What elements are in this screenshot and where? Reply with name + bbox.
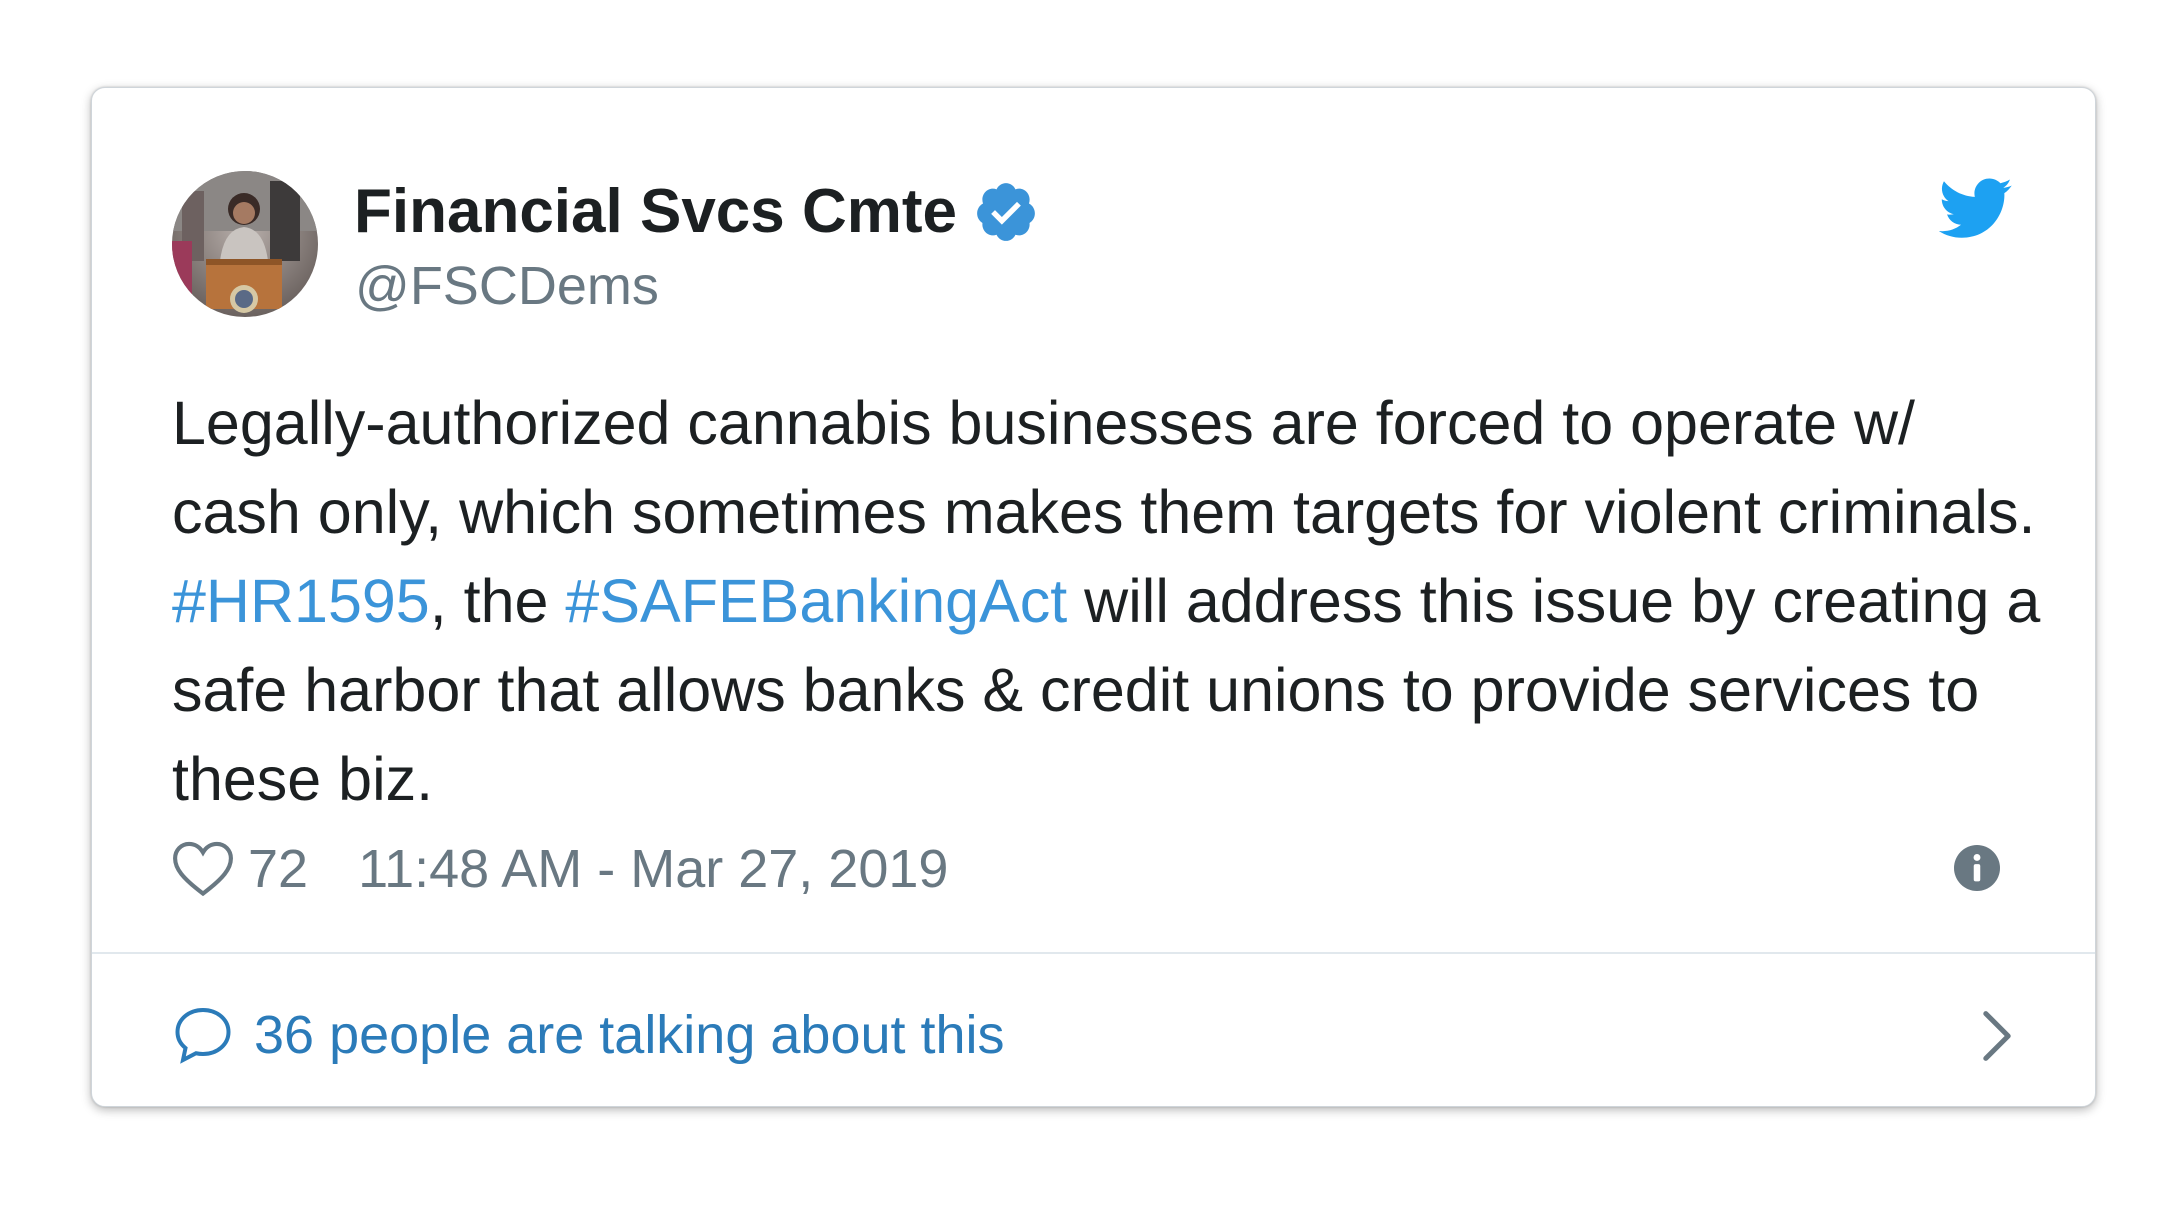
tweet-card[interactable]: Financial Svcs Cmte @FSCDems Legally-aut… [91,87,2096,1107]
tweet-text-segment: Legally-authorized cannabis businesses a… [172,389,2036,546]
author-name-text[interactable]: Financial Svcs Cmte [354,176,957,247]
tweet-meta-row: 72 11:48 AM - Mar 27, 2019 [172,832,948,906]
hashtag-link-safebankingact[interactable]: #SAFEBankingAct [565,567,1067,635]
tweet-text: Legally-authorized cannabis businesses a… [172,379,2042,824]
conversation-label[interactable]: 36 people are talking about this [254,1004,1005,1066]
speech-bubble-icon [175,1007,231,1064]
info-icon[interactable] [1954,845,2000,891]
heart-icon[interactable] [172,840,234,898]
twitter-bird-icon[interactable] [1938,178,2013,240]
hashtag-link-hr1595[interactable]: #HR1595 [172,567,430,635]
verified-badge-icon [973,179,1039,245]
chevron-right-icon[interactable] [1979,1008,2015,1064]
avatar[interactable] [172,171,318,317]
divider [92,952,2095,954]
tweet-text-segment: , the [429,567,566,635]
likes-count[interactable]: 72 [248,838,308,900]
author-name[interactable]: Financial Svcs Cmte [354,176,1039,247]
conversation-link[interactable]: 36 people are talking about this [172,990,2015,1080]
timestamp[interactable]: 11:48 AM - Mar 27, 2019 [358,838,948,900]
author-handle[interactable]: @FSCDems [355,255,659,317]
